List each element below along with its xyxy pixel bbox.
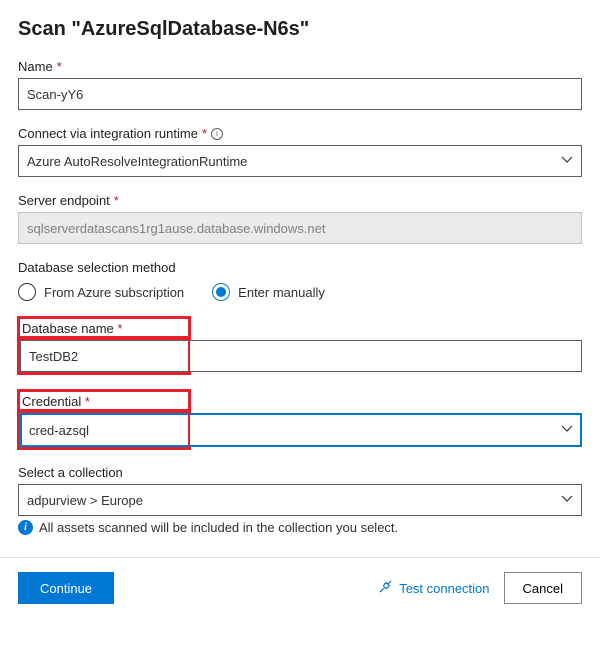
dbname-label: Database name [22,321,114,336]
dbname-input-extend[interactable] [190,340,582,372]
credential-select-left[interactable]: cred-azsql [20,413,188,447]
required-asterisk: * [117,321,122,336]
collection-value: adpurview > Europe [27,493,143,508]
cancel-button[interactable]: Cancel [504,572,582,604]
runtime-label: Connect via integration runtime [18,126,198,141]
dbmethod-label: Database selection method [18,260,176,275]
radio-label: Enter manually [238,285,325,300]
dbmethod-radiogroup: From Azure subscription Enter manually [18,283,582,301]
collection-select[interactable]: adpurview > Europe [18,484,582,516]
required-asterisk: * [57,59,62,74]
collection-label: Select a collection [18,465,123,480]
radio-enter-manually[interactable]: Enter manually [212,283,325,301]
runtime-value: Azure AutoResolveIntegrationRuntime [27,154,247,169]
endpoint-value: sqlserverdatascans1rg1ause.database.wind… [27,221,325,236]
radio-from-subscription[interactable]: From Azure subscription [18,283,184,301]
divider [0,557,600,558]
collection-hint: All assets scanned will be included in t… [39,520,398,535]
credential-label: Credential [22,394,81,409]
chevron-down-icon [561,493,573,508]
radio-label: From Azure subscription [44,285,184,300]
credential-select-right[interactable] [190,413,582,447]
radio-icon [212,283,230,301]
info-icon[interactable]: i [211,128,223,140]
endpoint-label: Server endpoint [18,193,110,208]
info-icon: i [18,520,33,535]
required-asterisk: * [114,193,119,208]
endpoint-input: sqlserverdatascans1rg1ause.database.wind… [18,212,582,244]
required-asterisk: * [85,394,90,409]
chevron-down-icon [561,154,573,169]
name-input[interactable] [18,78,582,110]
runtime-select[interactable]: Azure AutoResolveIntegrationRuntime [18,145,582,177]
required-asterisk: * [202,126,207,141]
plug-icon [378,579,393,597]
test-connection-label: Test connection [399,581,489,596]
continue-button[interactable]: Continue [18,572,114,604]
test-connection-button[interactable]: Test connection [378,579,489,597]
credential-value: cred-azsql [29,423,89,438]
radio-icon [18,283,36,301]
dialog-title: Scan "AzureSqlDatabase-N6s" [18,18,582,41]
dbname-input[interactable] [20,340,188,372]
name-label: Name [18,59,53,74]
chevron-down-icon [561,423,573,438]
